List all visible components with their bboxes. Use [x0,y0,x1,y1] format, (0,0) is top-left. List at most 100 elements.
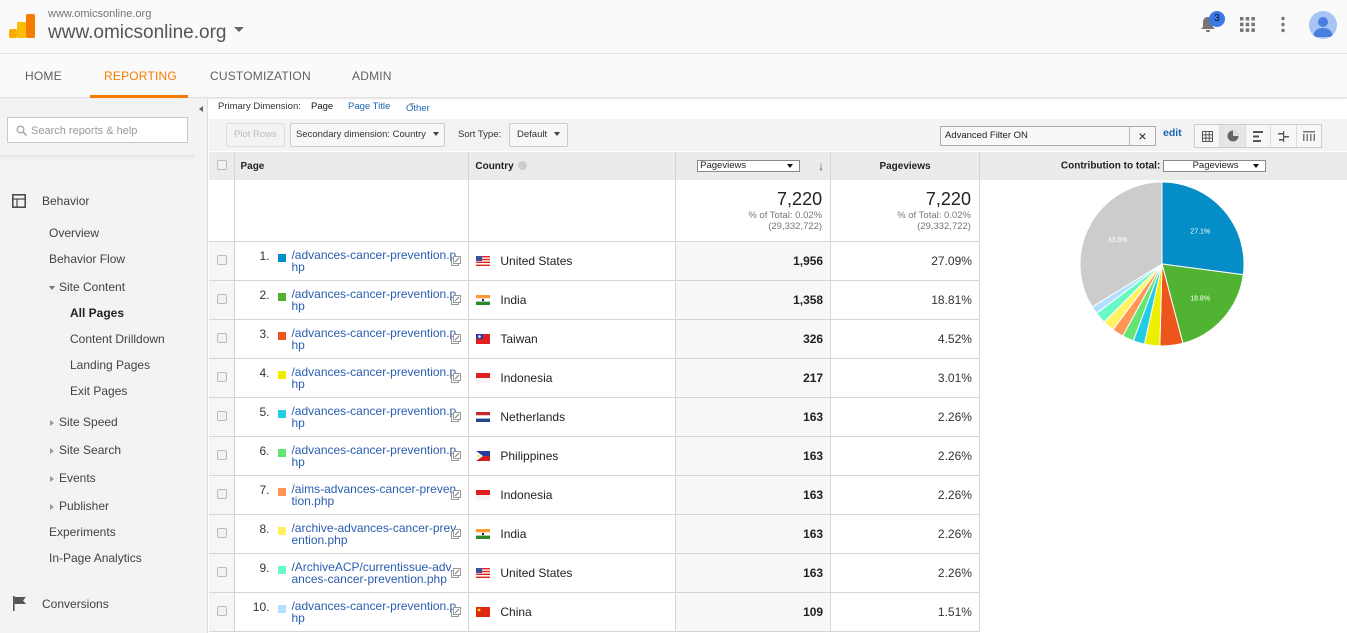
sidebar-item-site-speed[interactable]: Site Speed [50,415,118,429]
page-link[interactable]: /archive-advances-cancer-prevention.php [291,522,456,546]
more-vert-icon[interactable] [1280,16,1286,33]
sidebar-item-behavior-flow[interactable]: Behavior Flow [49,252,125,266]
tab-customization[interactable]: CUSTOMIZATION [210,69,311,83]
country-name[interactable]: Indonesia [500,371,552,385]
summary-value: 7,220 [925,189,971,209]
caret-down-icon [554,132,561,137]
open-in-new-window-icon[interactable] [451,606,462,617]
country-name[interactable]: Taiwan [500,332,537,346]
country-name[interactable]: Philippines [500,449,558,463]
collapsed-caret-icon [50,503,54,510]
country-name[interactable]: United States [500,254,572,268]
view-table-button[interactable] [1195,125,1221,147]
page-link[interactable]: /advances-cancer-prevention.php [291,366,456,390]
page-link[interactable]: /advances-cancer-prevention.php [291,327,456,351]
sidebar-item-publisher[interactable]: Publisher [50,499,109,513]
page-link[interactable]: /advances-cancer-prevention.php [291,600,456,624]
page-link[interactable]: /aims-advances-cancer-prevention.php [291,483,456,507]
sort-type-dropdown[interactable]: Default [509,123,569,147]
view-pivot-button[interactable] [1297,125,1321,147]
row-checkbox[interactable] [216,293,227,304]
sidebar-section-conversions[interactable]: Conversions [42,597,109,611]
header-country[interactable]: Country [468,152,677,180]
pie-data-label: 18.8% [1190,296,1210,303]
country-name[interactable]: Netherlands [500,410,565,424]
view-pie-button[interactable] [1220,125,1246,147]
advanced-filter-field[interactable]: Advanced Filter ON × [940,126,1156,146]
sidebar-item-experiments[interactable]: Experiments [49,525,116,539]
open-in-new-window-icon[interactable] [451,333,462,344]
sort-descending-icon[interactable]: ↓ [818,159,824,173]
row-select-cell [209,553,236,593]
page-link[interactable]: /advances-cancer-prevention.php [291,405,456,429]
sidebar-item-label: Site Content [59,280,126,294]
header-pageviews[interactable]: Pageviews [830,152,980,180]
flag-nl-icon [476,412,491,423]
page-link[interactable]: /advances-cancer-prevention.php [291,288,456,312]
apps-grid-icon[interactable] [1240,17,1255,32]
dimension-page-title[interactable]: Page Title [348,101,390,112]
flag-in-icon [476,529,491,540]
open-in-new-window-icon[interactable] [451,255,462,266]
summary-cell [468,180,677,242]
summary-pageviews-cell: 7,220 % of Total: 0.02% (29,332,722) [830,180,980,242]
sidebar-item-site-content[interactable]: Site Content [49,280,125,294]
sidebar-item-all-pages[interactable]: All Pages [70,306,124,320]
page-link[interactable]: /advances-cancer-prevention.php [291,444,456,468]
row-checkbox[interactable] [216,254,227,265]
search-reports-input[interactable]: Search reports & help [7,117,188,143]
sidebar-item-overview[interactable]: Overview [49,226,99,240]
country-name[interactable]: India [500,527,526,541]
tab-admin[interactable]: ADMIN [352,69,392,83]
row-checkbox[interactable] [216,332,227,343]
page-link[interactable]: /advances-cancer-prevention.php [291,249,456,273]
row-checkbox[interactable] [216,566,227,577]
open-in-new-window-icon[interactable] [451,411,462,422]
open-in-new-window-icon[interactable] [451,567,462,578]
view-comparison-button[interactable] [1271,125,1297,147]
row-checkbox[interactable] [216,527,227,538]
clear-filter-icon[interactable]: × [1129,127,1155,145]
behavior-icon [12,194,26,208]
pivot-icon [1302,131,1315,141]
tab-home[interactable]: HOME [25,69,62,83]
secondary-dimension-dropdown[interactable]: Secondary dimension: Country [290,123,445,147]
filter-text: Advanced Filter ON [945,130,1028,141]
contribution-select[interactable]: Pageviews [1163,160,1267,172]
select-all-checkbox[interactable] [216,159,227,170]
open-in-new-window-icon[interactable] [451,372,462,383]
sidebar-item-content-drilldown[interactable]: Content Drilldown [70,332,165,346]
country-name[interactable]: Indonesia [500,488,552,502]
dimension-page[interactable]: Page [311,101,333,112]
page-link[interactable]: /ArchiveACP/currentissue-advances-cancer… [291,561,456,585]
country-name[interactable]: China [500,605,531,619]
sidebar-item-in-page-analytics[interactable]: In-Page Analytics [49,551,142,565]
sidebar-item-exit-pages[interactable]: Exit Pages [70,384,127,398]
row-checkbox[interactable] [216,410,227,421]
pageviews-value: 1,358 [675,280,832,320]
edit-filter-link[interactable]: edit [1163,127,1182,139]
header-page[interactable]: Page [234,152,470,180]
sidebar-item-landing-pages[interactable]: Landing Pages [70,358,150,372]
row-checkbox[interactable] [216,605,227,616]
sidebar-item-site-search[interactable]: Site Search [50,443,121,457]
remove-dimension-icon[interactable] [517,161,527,171]
open-in-new-window-icon[interactable] [451,450,462,461]
open-in-new-window-icon[interactable] [451,489,462,500]
row-checkbox[interactable] [216,488,227,499]
sidebar-item-events[interactable]: Events [50,471,96,485]
tab-reporting[interactable]: REPORTING [104,69,177,83]
open-in-new-window-icon[interactable] [451,528,462,539]
sidebar-section-behavior[interactable]: Behavior [42,194,89,208]
open-in-new-window-icon[interactable] [451,294,462,305]
country-name[interactable]: India [500,293,526,307]
view-performance-button[interactable] [1246,125,1272,147]
user-avatar[interactable] [1309,11,1337,39]
property-selector[interactable]: www.omicsonline.org [48,22,245,44]
sidebar-collapse-handle[interactable] [196,99,208,633]
country-name[interactable]: United States [500,566,572,580]
plot-rows-button[interactable]: Plot Rows [226,123,285,147]
row-checkbox[interactable] [216,371,227,382]
row-checkbox[interactable] [216,449,227,460]
metric-select[interactable]: Pageviews [697,160,801,172]
